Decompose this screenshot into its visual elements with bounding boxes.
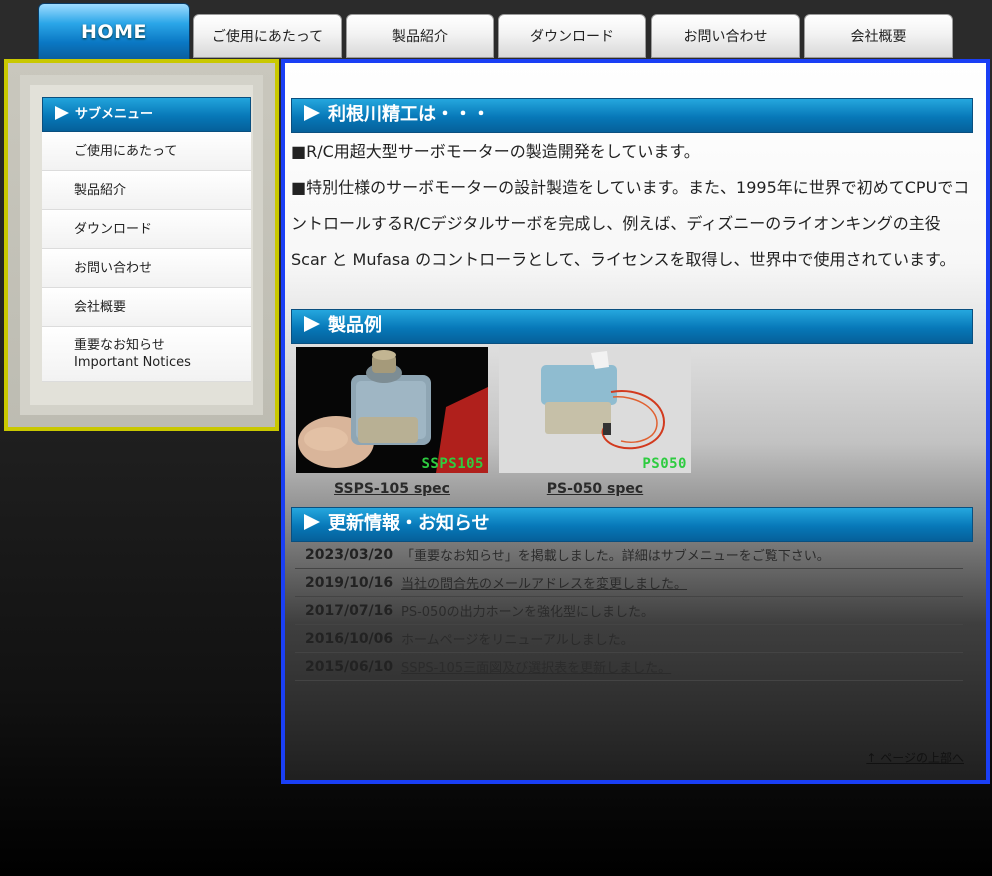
tab-usage[interactable]: ご使用にあたって [193,14,342,58]
main-content: 利根川精工は・・・ ■R/C用超大型サーボモーターの製造開発をしています。 ■特… [281,59,990,784]
news-list: 2023/03/20 「重要なお知らせ」を掲載しました。詳細はサブメニューをご覧… [295,541,963,681]
tab-contact[interactable]: お問い合わせ [651,14,800,58]
submenu-heading: サブメニュー [42,97,251,132]
product-spec-link[interactable]: PS-050 spec [499,481,691,497]
sidebar-item-label: 会社概要 [74,299,127,315]
news-date: 2017/07/16 [305,602,394,619]
sidebar-item-label: 製品紹介 [74,182,127,198]
intro-paragraph-1: ■R/C用超大型サーボモーターの製造開発をしています。 [291,142,700,161]
list-item: 2019/10/16 当社の問合先のメールアドレスを変更しました。 [295,569,963,597]
arrow-icon [304,514,320,530]
list-item: 2015/06/10 SSPS-105三面図及び選択表を更新しました。 [295,653,963,681]
submenu-title: サブメニュー [75,107,154,122]
servo-photo-icon [296,347,488,473]
about-heading: 利根川精工は・・・ [291,98,973,133]
product-image-ps050[interactable]: PS050 [499,347,691,473]
product-spec-link[interactable]: SSPS-105 spec [296,481,488,497]
news-date: 2015/06/10 [305,658,394,675]
product-image-ssps105[interactable]: SSPS105 [296,347,488,473]
news-heading: 更新情報・お知らせ [291,507,973,542]
sidebar-item-label: 重要なお知らせ [74,338,165,353]
product-ssps105[interactable]: SSPS105 SSPS-105 spec [296,347,488,497]
sidebar-item-label: お問い合わせ [74,260,153,276]
news-text: PS-050の出力ホーンを強化型にしました。 [401,605,654,620]
tab-download[interactable]: ダウンロード [498,14,646,58]
tab-home[interactable]: HOME [38,3,190,60]
product-ps050[interactable]: PS050 PS-050 spec [499,347,691,497]
list-item: 2017/07/16 PS-050の出力ホーンを強化型にしました。 [295,597,963,625]
intro-paragraph-2: ■特別仕様のサーボモーターの設計製造をしています。また、1995年に世界で初めて… [291,178,970,269]
sidebar-item-usage[interactable]: ご使用にあたって [42,132,251,171]
arrow-icon [304,105,320,121]
product-label: SSPS105 [421,456,484,472]
products-heading-text: 製品例 [328,315,382,336]
sidebar-item-products[interactable]: 製品紹介 [42,171,251,210]
news-link[interactable]: SSPS-105三面図及び選択表を更新しました。 [401,657,671,676]
news-heading-text: 更新情報・お知らせ [328,513,490,534]
intro-text: ■R/C用超大型サーボモーターの製造開発をしています。 ■特別仕様のサーボモータ… [291,134,975,278]
product-label: PS050 [642,456,687,472]
sidebar-item-sublabel: Important Notices [74,355,191,370]
about-heading-text: 利根川精工は・・・ [328,104,490,125]
sidebar-item-contact[interactable]: お問い合わせ [42,249,251,288]
sidebar-item-label: ダウンロード [74,221,153,237]
arrow-icon [304,316,320,332]
news-text: ホームページをリニューアルしました。 [401,633,634,648]
news-text: 「重要なお知らせ」を掲載しました。詳細はサブメニューをご覧下さい。 [401,549,830,564]
arrow-icon [55,106,69,120]
sidebar-item-label: ご使用にあたって [74,143,178,159]
products-heading: 製品例 [291,309,973,344]
tab-products[interactable]: 製品紹介 [346,14,494,58]
news-date: 2019/10/16 [305,574,394,591]
list-item: 2023/03/20 「重要なお知らせ」を掲載しました。詳細はサブメニューをご覧… [295,541,963,569]
news-date: 2023/03/20 [305,546,394,563]
sidebar-item-download[interactable]: ダウンロード [42,210,251,249]
submenu: サブメニュー ご使用にあたって 製品紹介 ダウンロード お問い合わせ 会社概要 … [42,97,251,382]
tab-company[interactable]: 会社概要 [804,14,953,58]
news-date: 2016/10/06 [305,630,394,647]
sidebar: サブメニュー ご使用にあたって 製品紹介 ダウンロード お問い合わせ 会社概要 … [4,59,279,431]
sidebar-item-company[interactable]: 会社概要 [42,288,251,327]
page-top-link[interactable]: ↑ ページの上部へ [866,749,964,766]
top-nav: HOME ご使用にあたって 製品紹介 ダウンロード お問い合わせ 会社概要 [0,0,992,60]
servo-photo-icon [499,347,691,473]
list-item: 2016/10/06 ホームページをリニューアルしました。 [295,625,963,653]
sidebar-item-notices[interactable]: 重要なお知らせ Important Notices [42,327,251,382]
news-link[interactable]: 当社の問合先のメールアドレスを変更しました。 [401,573,687,592]
